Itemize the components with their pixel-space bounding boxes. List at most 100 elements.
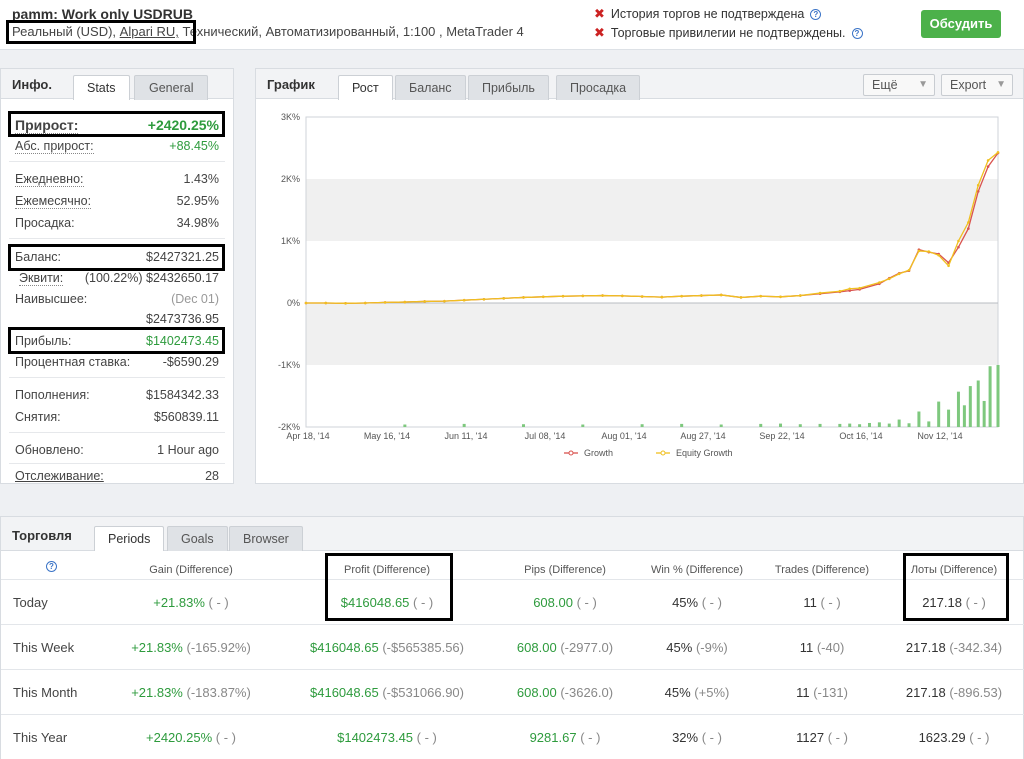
cell-pips-difference: (-3626.0) [560,685,614,700]
cell-win: 45% ( - ) [672,595,722,610]
cell-trades: 1127 ( - ) [796,730,848,745]
stat-withdrawals-label: Снятия: [15,410,61,424]
cell-profit: $416048.65 (-$531066.90) [310,685,464,700]
stat-updated-value: 1 Hour ago [157,443,219,457]
cell-gain: +2420.25% ( - ) [146,730,236,745]
x-tick-label: Sep 22, '14 [759,431,804,441]
cell-pips-difference: ( - ) [580,730,601,745]
tab-goals[interactable]: Goals [167,526,228,551]
warning-history: ✖ История торгов не подтверждена ? [594,6,822,22]
series-point [462,298,466,302]
cell-lots: 217.18 (-342.34) [906,640,1002,655]
tab-stats[interactable]: Stats [73,75,130,100]
cell-gain-value: +21.83% [131,640,183,655]
volume-bar [521,424,525,427]
tab-general[interactable]: General [134,75,209,100]
series-point [798,294,802,297]
row-period-label: This Month [13,685,78,700]
stat-highest-date: (Dec 01) [171,292,219,306]
info-panel: Инфо. Stats General Прирост: +2420.25% А… [0,68,234,484]
series-point [640,295,644,298]
highlight-box [903,553,1009,621]
cell-trades-difference: (-40) [816,640,845,655]
cell-gain-difference: ( - ) [215,730,236,745]
series-point [383,301,387,304]
help-icon[interactable]: ? [851,27,863,39]
cell-win-difference: (-9%) [695,640,728,655]
series-point [759,294,763,298]
cell-trades: 11 ( - ) [803,595,840,610]
cell-pips-difference: ( - ) [576,595,597,610]
series-point [957,245,960,249]
cell-win-value: 32% [672,730,699,745]
series-point [957,239,960,243]
volume-bar [680,423,684,427]
series-point [967,227,970,230]
y-tick-label: 2K% [281,174,300,184]
volume-bar [897,419,901,427]
series-point [739,296,743,299]
volume-bar [968,386,972,427]
y-tick-label: 1K% [281,236,300,246]
series-point [324,301,328,305]
tab-browser[interactable]: Browser [229,526,303,551]
cell-win: 32% ( - ) [672,730,722,745]
volume-bar [917,411,921,427]
cross-icon: ✖ [594,25,605,40]
info-tabbar: Инфо. Stats General [1,69,233,100]
help-icon[interactable]: ? [46,561,57,572]
chart-panel: График Рост Баланс Прибыль Просадка Ещё … [255,68,1024,484]
row-period-label: This Week [13,640,75,655]
volume-bar [907,423,911,427]
cell-pips: 608.00 (-2977.0) [517,640,613,655]
cell-win-value: 45% [672,595,699,610]
series-point [848,287,852,291]
cell-lots: 1623.29 ( - ) [919,730,990,745]
cell-win: 45% (-9%) [666,640,727,655]
trading-tabbar: Торговля Periods Goals Browser [1,517,1023,551]
discuss-button[interactable]: Обсудить [921,10,1001,38]
account-details: Технический, Автоматизированный, 1:100 ,… [182,24,524,39]
cell-gain-difference: (-183.87%) [186,685,251,700]
stat-withdrawals-value: $560839.11 [153,410,219,424]
volume-bar [640,424,644,427]
cell-lots-value: 1623.29 [918,730,966,745]
cell-win-difference: ( - ) [701,595,722,610]
table-row: This Month +21.83% (-183.87%) $416048.65 (… [1,669,1024,714]
cell-win-value: 45% [666,640,693,655]
tab-periods[interactable]: Periods [94,526,165,551]
cell-lots-value: 217.18 [905,685,946,700]
volume-bar [976,380,980,427]
stat-tracking-value: 28 [205,469,219,483]
stat-equity-label: Эквити: [19,271,64,286]
series-point [700,294,703,297]
x-tick-label: Apr 18, '14 [286,431,329,441]
series-point [443,299,446,303]
volume-bar [719,424,723,427]
cell-profit-difference: ( - ) [416,730,437,745]
cell-profit-difference: (-$531066.90) [382,685,464,700]
stat-monthly-label: Ежемесячно: [15,194,92,209]
series-point [561,294,565,298]
series-point [660,295,664,299]
series-point [907,268,911,272]
cell-lots: 217.18 (-896.53) [906,685,1002,700]
x-tick-label: Aug 01, '14 [601,431,646,441]
cell-trades-value: 1127 [796,730,825,745]
series-point [858,286,861,290]
volume-bar [982,400,986,427]
series-point [986,165,990,168]
series-point [927,250,931,253]
series-point [344,302,347,305]
stat-tracking-link[interactable]: Отслеживание: [15,469,104,483]
help-icon[interactable]: ? [810,8,822,20]
volume-bar [988,366,992,427]
series-point [838,289,842,293]
series-point [541,295,545,299]
cell-win: 45% (+5%) [665,685,730,700]
growth-chart: 3K%2K%1K%0%-1K%-2K%Apr 18, '14 May 16, '1… [278,112,1000,458]
series-point [502,297,506,300]
cell-profit-value: $1402473.45 [337,730,414,745]
legend-label: Growth [584,448,613,458]
series-point [779,295,782,299]
